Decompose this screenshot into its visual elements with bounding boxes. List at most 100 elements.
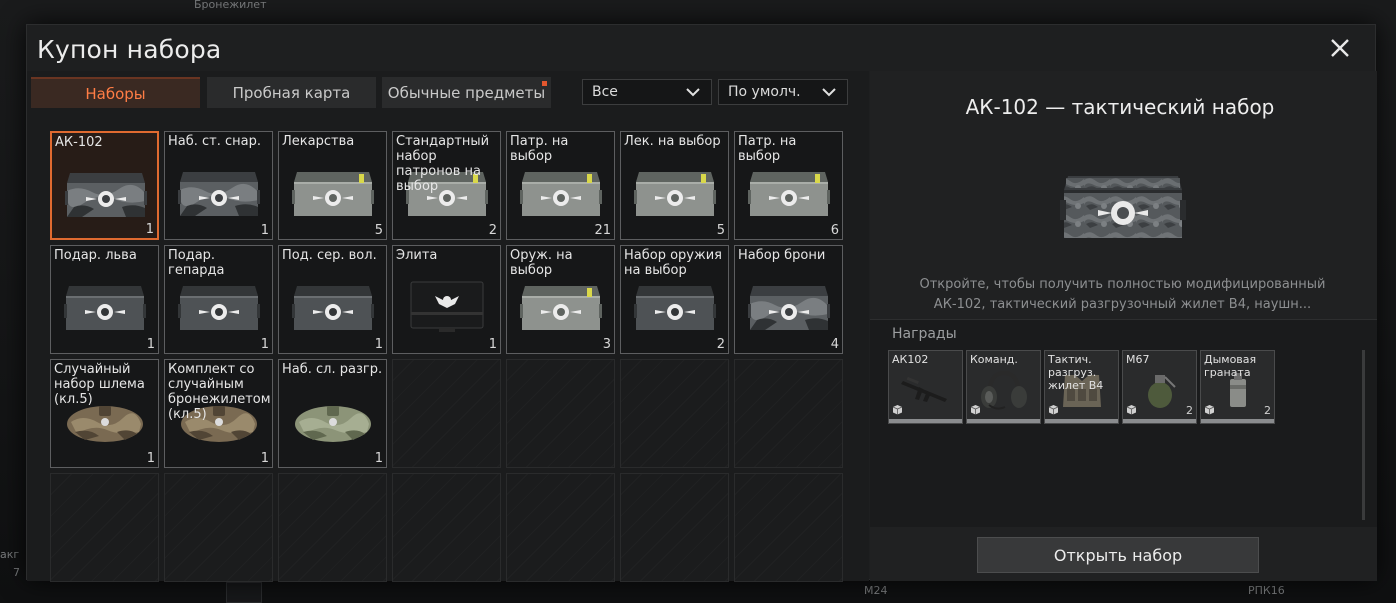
camo-crate-image — [1060, 176, 1186, 238]
rarity-bar — [1201, 419, 1274, 423]
chevron-down-icon — [686, 88, 700, 97]
green-crate-med-image — [634, 172, 716, 216]
item-slot[interactable]: Оруж. на выбор 3 — [506, 245, 615, 354]
inventory-pane: Наборы Пробная карта Обычные предметы Вс… — [27, 71, 869, 582]
chevron-down-icon — [822, 88, 836, 97]
reward-item[interactable]: М67 2 — [1122, 350, 1197, 424]
reward-item[interactable]: АК102 — [888, 350, 963, 424]
background-hint: акг — [0, 548, 20, 561]
grey-crate-image — [634, 286, 716, 330]
item-slot[interactable]: Наб. сл. разгр. 1 — [278, 359, 387, 468]
notification-badge — [542, 81, 547, 86]
empty-slot — [620, 359, 729, 468]
rewards-panel: Награды АК102 Команд. Тактич. разгруз. жил… — [870, 319, 1377, 527]
item-label: Подар. льва — [54, 248, 137, 263]
item-slot[interactable]: Лек. на выбор 5 — [620, 131, 729, 240]
green-crate-ammo-image — [520, 286, 602, 330]
sort-select-value: По умолч. — [728, 84, 801, 100]
grey-crate-image — [64, 286, 146, 330]
item-slot[interactable]: Подар. льва 1 — [50, 245, 159, 354]
item-label: Подар. гепарда — [168, 248, 225, 278]
tab-kits[interactable]: Наборы — [31, 77, 200, 108]
item-slot[interactable]: Патр. на выбор 6 — [734, 131, 843, 240]
rewards-scrollbar[interactable] — [1362, 350, 1365, 520]
kit-description: Откройте, чтобы получить полностью модиф… — [919, 277, 1326, 312]
rarity-bar — [1123, 419, 1196, 423]
item-count: 1 — [145, 222, 154, 237]
black-case-image — [410, 281, 484, 332]
item-count: 4 — [830, 337, 839, 352]
background-label: РПК16 — [1248, 584, 1285, 597]
item-label: Патр. на выбор — [510, 134, 569, 164]
dialog-title: Купон набора — [37, 35, 222, 64]
item-label: Элита — [396, 248, 438, 263]
item-count: 1 — [374, 451, 383, 466]
reward-item[interactable]: Тактич. разгруз. жилет В4 — [1044, 350, 1119, 424]
item-slot[interactable]: АК-102 1 — [50, 131, 159, 240]
item-label: Набор оружия на выбор — [624, 248, 722, 278]
box-icon — [1048, 405, 1059, 415]
item-count: 5 — [716, 223, 725, 238]
item-count: 6 — [830, 223, 839, 238]
item-label: Под. сер. вол. — [282, 248, 377, 263]
empty-slot — [734, 473, 843, 582]
item-label: АК-102 — [55, 135, 103, 150]
background-number: 7 — [13, 566, 20, 579]
item-count: 2 — [716, 337, 725, 352]
reward-item[interactable]: Дымовая граната 2 — [1200, 350, 1275, 424]
rifle-icon — [901, 376, 947, 402]
item-count: 1 — [260, 337, 269, 352]
box-icon — [970, 405, 981, 415]
item-label: Патр. на выбор — [738, 134, 797, 164]
tab-label: Наборы — [85, 84, 146, 103]
item-count: 1 — [146, 451, 155, 466]
tab-trial-card[interactable]: Пробная карта — [207, 77, 376, 108]
item-slot[interactable]: Набор оружия на выбор 2 — [620, 245, 729, 354]
empty-slot — [620, 473, 729, 582]
item-slot[interactable]: Комплект со случайным бронежилетом (кл.5… — [164, 359, 273, 468]
background-label: M24 — [864, 584, 888, 597]
reward-name: Команд. — [970, 353, 1018, 366]
item-count: 2 — [488, 223, 497, 238]
camo-crate-image — [65, 173, 147, 217]
item-label: Наб. ст. снар. — [168, 134, 262, 149]
item-slot[interactable]: Под. сер. вол. 1 — [278, 245, 387, 354]
box-icon — [1126, 405, 1137, 415]
item-slot[interactable]: Элита 1 — [392, 245, 501, 354]
item-slot[interactable]: Подар. гепарда 1 — [164, 245, 273, 354]
item-count: 1 — [374, 337, 383, 352]
item-label: Случайный набор шлема (кл.5) — [54, 362, 145, 407]
reward-name: АК102 — [892, 353, 929, 366]
reward-name: М67 — [1126, 353, 1150, 366]
item-label: Набор брони — [738, 248, 826, 263]
item-count: 1 — [260, 223, 269, 238]
item-slot[interactable]: Наб. ст. снар. 1 — [164, 131, 273, 240]
reward-count: 2 — [1264, 404, 1271, 417]
green-crate-ammo-image — [520, 172, 602, 216]
box-icon — [892, 405, 903, 415]
reward-name: Тактич. разгруз. жилет В4 — [1048, 353, 1104, 392]
item-slot[interactable]: Набор брони 4 — [734, 245, 843, 354]
empty-slot — [506, 473, 615, 582]
reward-item[interactable]: Команд. — [966, 350, 1041, 424]
empty-slot — [50, 473, 159, 582]
item-count: 21 — [594, 223, 611, 238]
empty-slot — [392, 359, 501, 468]
item-slot[interactable]: Лекарства 5 — [278, 131, 387, 240]
item-label: Лек. на выбор — [624, 134, 721, 149]
open-kit-button[interactable]: Открыть набор — [977, 537, 1259, 573]
green-crate-med-image — [292, 172, 374, 216]
grenade-icon — [1148, 375, 1176, 408]
background-label: Бронежилет — [194, 0, 267, 11]
rarity-bar — [889, 419, 962, 423]
sort-select[interactable]: По умолч. — [718, 79, 848, 105]
tab-regular-items[interactable]: Обычные предметы — [382, 77, 551, 108]
item-slot[interactable]: Случайный набор шлема (кл.5) 1 — [50, 359, 159, 468]
item-grid: АК-102 1 Наб. ст. снар. 1 Лекарства 5 Стандарт… — [50, 131, 850, 591]
item-slot[interactable]: Стандартный набор патронов на выбор 2 — [392, 131, 501, 240]
item-slot[interactable]: Патр. на выбор 21 — [506, 131, 615, 240]
duffel-bag-green-image — [295, 406, 371, 442]
item-label: Наб. сл. разгр. — [282, 362, 383, 377]
close-icon[interactable] — [1325, 33, 1355, 63]
category-select[interactable]: Все — [582, 79, 712, 105]
